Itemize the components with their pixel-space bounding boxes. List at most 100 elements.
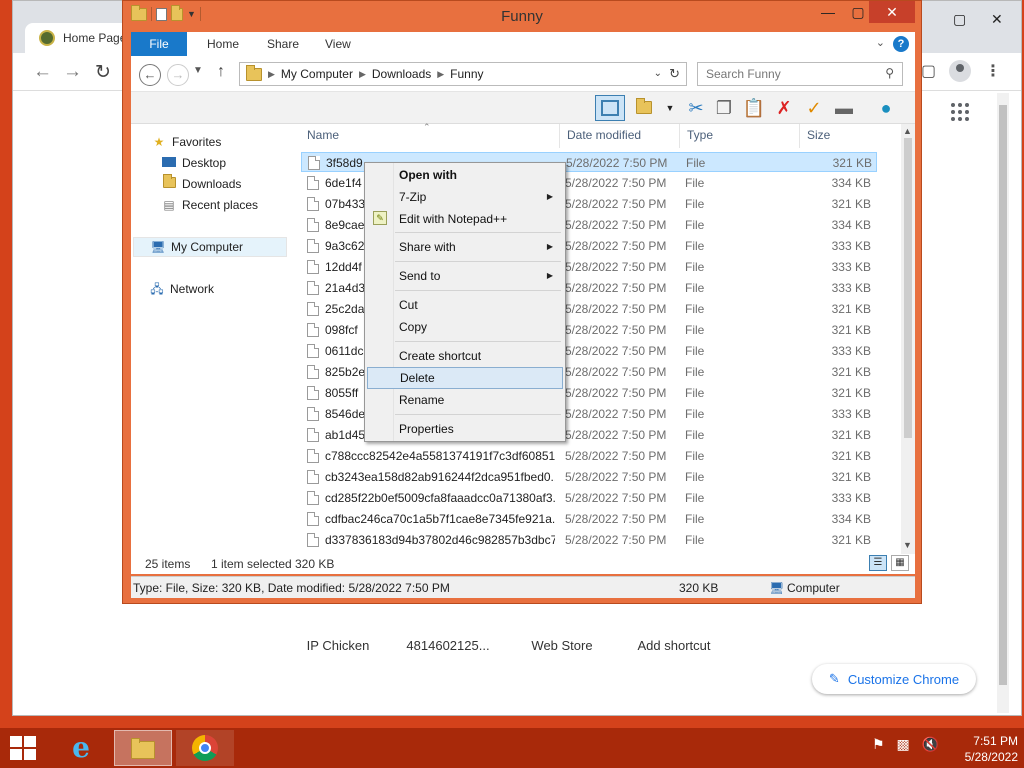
tab-view[interactable]: View (311, 32, 365, 56)
chrome-taskbar-icon[interactable] (176, 730, 234, 766)
file-row[interactable]: c788ccc82542e4a5581374191f7c3df60851... 5… (301, 446, 877, 466)
forward-button[interactable]: → (167, 64, 189, 86)
menu-item-send-to[interactable]: Send to ▶ (367, 265, 563, 287)
file-type: File (685, 281, 705, 295)
tab-file[interactable]: File (131, 32, 187, 56)
profile-avatar[interactable] (949, 60, 971, 82)
column-header-name[interactable]: Name (307, 128, 339, 142)
details-size: 320 KB (679, 581, 719, 595)
folder-options-icon[interactable] (631, 95, 657, 121)
chrome-close-icon[interactable]: ✕ (991, 11, 1003, 28)
rename-check-icon[interactable]: ✓ (801, 95, 827, 121)
explorer-titlebar[interactable]: ▼ Funny — ▢ ✕ (123, 1, 921, 31)
folder-icon (246, 64, 262, 81)
address-bar[interactable]: ▶ My Computer ▶ Downloads ▶ Funny ⌄ ↻ (239, 62, 687, 86)
breadcrumb-funny[interactable]: Funny (450, 67, 483, 81)
shortcut-label-number[interactable]: 4814602125... (393, 638, 503, 653)
start-button[interactable] (10, 736, 36, 760)
reload-icon[interactable]: ↻ (95, 61, 111, 84)
menu-item-cut[interactable]: Cut (367, 294, 563, 316)
tab-home[interactable]: Home (193, 32, 253, 56)
nav-my-computer[interactable]: 🖥 My Computer (133, 237, 287, 257)
tab-share[interactable]: Share (253, 32, 313, 56)
delete-x-icon[interactable]: ✗ (771, 95, 797, 121)
file-explorer-taskbar-icon[interactable] (114, 730, 172, 766)
details-view-icon[interactable]: ☰ (869, 555, 887, 571)
search-input[interactable]: Search Funny ⚲ (697, 62, 903, 86)
file-row[interactable]: cd285f22b0ef5009cfa8faaadcc0a71380af3...… (301, 488, 877, 508)
recent-locations-chevron-icon[interactable]: ▼ (193, 65, 203, 76)
menu-item-copy[interactable]: Copy (367, 316, 563, 338)
menu-item-open-with[interactable]: Open with (367, 164, 563, 186)
help-icon[interactable]: ? (893, 36, 909, 52)
internet-explorer-icon[interactable]: e (52, 730, 110, 766)
nav-downloads[interactable]: Downloads (161, 174, 241, 194)
menu-item-edit-notepad[interactable]: ✎ Edit with Notepad++ (367, 208, 563, 230)
back-arrow-icon[interactable]: ← (33, 61, 52, 83)
column-header-date-modified[interactable]: Date modified (567, 128, 641, 142)
nav-network[interactable]: 🖧 Network (149, 279, 214, 299)
nav-recent-places[interactable]: ▤ Recent places (161, 195, 258, 215)
column-header-type[interactable]: Type (687, 128, 713, 142)
options-chevron-icon[interactable]: ▼ (657, 95, 683, 121)
paste-icon[interactable]: 📋 (741, 95, 767, 121)
side-panel-icon[interactable]: ▢ (921, 61, 936, 81)
menu-item-7zip[interactable]: 7-Zip ▶ (367, 186, 563, 208)
address-dropdown-icon[interactable]: ⌄ (654, 68, 662, 79)
view-panes-button[interactable] (595, 95, 625, 121)
menu-item-create-shortcut[interactable]: Create shortcut (367, 345, 563, 367)
up-arrow-icon[interactable]: ↑ (217, 63, 225, 81)
search-placeholder: Search Funny (706, 67, 781, 81)
file-row[interactable]: cb3243ea158d82ab916244f2dca951fbed0... 5/… (301, 467, 877, 487)
menu-item-delete[interactable]: Delete (367, 367, 563, 389)
back-button[interactable]: ← (139, 64, 161, 86)
ribbon-tabs: File Home Share View ⌄ ? (131, 32, 915, 56)
nav-desktop[interactable]: Desktop (161, 153, 226, 173)
file-row[interactable]: d337836183d94b37802d46c982857b3dbc7... 5/… (301, 530, 877, 550)
file-list-scrollbar[interactable]: ▲ ▼ (901, 124, 915, 554)
menu-item-properties[interactable]: Properties (367, 418, 563, 440)
shortcut-label-web-store[interactable]: Web Store (507, 638, 617, 653)
window-title: Funny (501, 8, 543, 25)
cut-icon[interactable]: ✂ (683, 95, 709, 121)
file-row[interactable]: cdfbac246ca70c1a5b7f1cae8e7345fe921a... 5… (301, 509, 877, 529)
close-icon[interactable]: ✕ (869, 1, 915, 23)
refresh-icon[interactable]: ↻ (669, 66, 680, 82)
column-header-size[interactable]: Size (807, 128, 830, 142)
chrome-maximize-icon[interactable]: ▢ (953, 11, 966, 28)
status-bar: 25 items 1 item selected 320 KB ☰ ▦ (131, 554, 915, 574)
copy-icon[interactable]: ❐ (711, 95, 737, 121)
minimize-icon[interactable]: — (813, 1, 843, 23)
file-type: File (685, 533, 705, 547)
shortcut-label-ip-chicken[interactable]: IP Chicken (283, 638, 393, 653)
menu-item-rename[interactable]: Rename (367, 389, 563, 411)
scroll-thumb[interactable] (904, 138, 912, 438)
flag-icon[interactable]: ⚑ (872, 736, 885, 752)
taskbar-clock[interactable]: 7:51 PM 5/28/2022 (944, 733, 1018, 765)
customize-chrome-button[interactable]: ✎ Customize Chrome (812, 664, 976, 694)
file-type: File (685, 176, 705, 190)
forward-arrow-icon[interactable]: → (63, 61, 82, 83)
ribbon-expand-chevron-icon[interactable]: ⌄ (876, 36, 885, 49)
nav-favorites[interactable]: ★ Favorites (151, 132, 222, 152)
globe-icon[interactable]: ● (873, 95, 899, 121)
file-type: File (685, 512, 705, 526)
apps-grid-icon[interactable] (951, 103, 969, 121)
properties-window-icon[interactable]: ▬ (831, 95, 857, 121)
file-size: 333 KB (831, 239, 871, 253)
breadcrumb-downloads[interactable]: Downloads (372, 67, 431, 81)
menu-item-share-with[interactable]: Share with ▶ (367, 236, 563, 258)
search-icon: ⚲ (885, 66, 894, 80)
item-count: 25 items (145, 557, 191, 571)
volume-muted-icon[interactable]: 🔇 (922, 736, 939, 752)
breadcrumb-my-computer[interactable]: My Computer (281, 67, 353, 81)
file-date: 5/28/2022 7:50 PM (565, 491, 667, 505)
menu-dots-icon[interactable]: ⋮ (985, 61, 1001, 81)
chrome-scrollbar[interactable] (997, 93, 1009, 713)
file-size: 333 KB (831, 281, 871, 295)
large-icons-view-icon[interactable]: ▦ (891, 555, 909, 571)
network-tray-icon[interactable]: ▩ (896, 736, 909, 752)
shortcut-label-add[interactable]: Add shortcut (619, 638, 729, 653)
scroll-up-icon[interactable]: ▲ (903, 126, 912, 136)
scroll-down-icon[interactable]: ▼ (903, 540, 912, 550)
